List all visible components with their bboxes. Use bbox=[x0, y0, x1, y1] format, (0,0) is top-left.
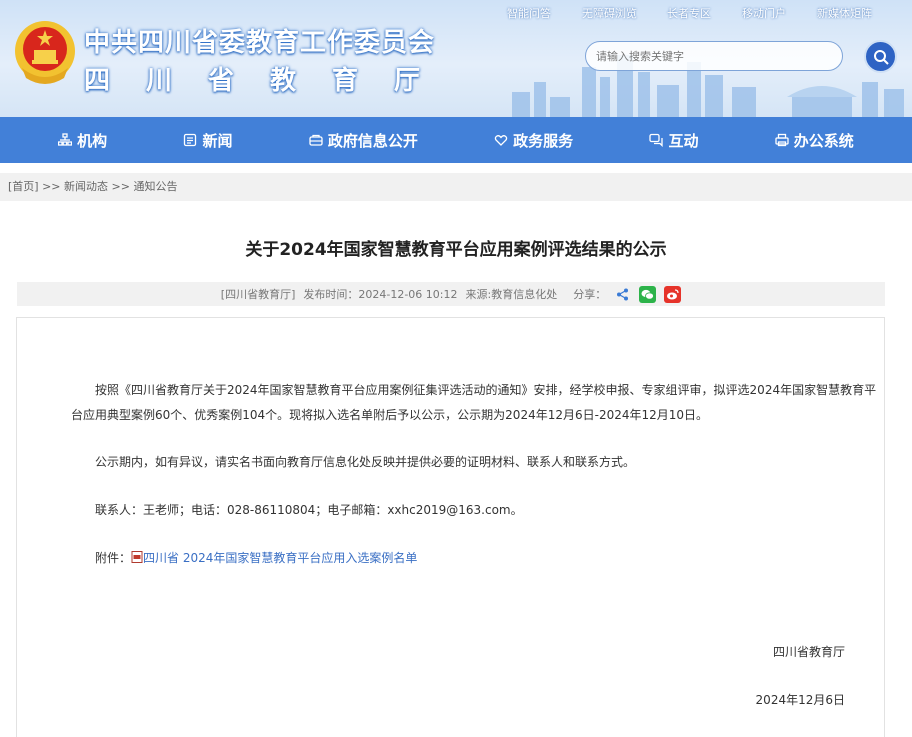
search-button[interactable] bbox=[864, 40, 897, 73]
wechat-share-button[interactable] bbox=[639, 285, 657, 303]
breadcrumb-home[interactable]: [首页] bbox=[8, 180, 39, 193]
paragraph-text: 公示期内，如有异议，请实名书面向教育厅信息化处反映并提供必要的证明材料、联系人和… bbox=[95, 455, 636, 469]
wechat-icon bbox=[641, 289, 655, 300]
office-icon bbox=[775, 133, 789, 147]
breadcrumb-separator: >> bbox=[108, 180, 134, 193]
article-paragraph-1: 按照《四川省教育厅关于2024年国家智慧教育平台应用案例征集评选活动的通知》安排… bbox=[71, 378, 881, 428]
nav-item-label: 政务服务 bbox=[513, 131, 574, 150]
article-meta-bar: [四川省教育厅] 发布时间：2024-12-06 10:12 来源:教育信息化处… bbox=[17, 282, 885, 306]
paragraph-text: 按照《四川省教育厅关于2024年国家智慧教育平台应用案例征集评选活动的通知》安排… bbox=[71, 383, 877, 422]
info-open-icon bbox=[309, 134, 323, 146]
breadcrumb: [首页] >> 新闻动态 >> 通知公告 bbox=[0, 173, 912, 201]
top-link-accessibility[interactable]: 无障碍浏览 bbox=[582, 5, 637, 21]
weibo-icon bbox=[667, 288, 679, 299]
signature-org: 四川省教育厅 bbox=[772, 645, 845, 659]
site-title-line2: 四川省教育厅 bbox=[84, 66, 457, 96]
top-link-new-media[interactable]: 新媒体矩阵 bbox=[817, 5, 872, 21]
breadcrumb-notices[interactable]: 通知公告 bbox=[133, 180, 177, 193]
nav-item-label: 互动 bbox=[668, 131, 699, 150]
attachment-label: 附件： bbox=[95, 551, 132, 565]
nav-item-news[interactable]: 新闻 bbox=[183, 130, 233, 151]
pdf-file-icon bbox=[131, 551, 143, 563]
site-title-line1: 中共四川省委教育工作委员会 bbox=[84, 28, 436, 58]
top-link-mobile[interactable]: 移动门户 bbox=[742, 5, 786, 21]
news-icon bbox=[184, 133, 197, 147]
top-links-bar: 智能问答 无障碍浏览 长者专区 移动门户 新媒体矩阵 bbox=[0, 5, 912, 21]
nav-item-label: 机构 bbox=[77, 131, 108, 150]
top-link-elderly[interactable]: 长者专区 bbox=[667, 5, 711, 21]
article-paragraph-contact: 联系人：王老师；电话：028-86110804；电子邮箱：xxhc2019@16… bbox=[71, 498, 523, 523]
search-input[interactable] bbox=[585, 41, 843, 71]
nav-item-org[interactable]: 机构 bbox=[58, 130, 107, 151]
share-nodes-icon bbox=[617, 288, 629, 300]
meta-share-label: 分享： bbox=[573, 288, 607, 301]
interact-icon bbox=[649, 133, 664, 147]
meta-org: [四川省教育厅] bbox=[220, 288, 296, 301]
nav-item-label: 办公系统 bbox=[793, 131, 854, 150]
nav-item-label: 政府信息公开 bbox=[327, 131, 418, 150]
paragraph-text: 联系人：王老师；电话：028-86110804；电子邮箱：xxhc2019@16… bbox=[95, 503, 523, 517]
breadcrumb-news[interactable]: 新闻动态 bbox=[64, 180, 108, 193]
nav-item-service[interactable]: 政务服务 bbox=[494, 130, 573, 151]
nav-item-interact[interactable]: 互动 bbox=[649, 130, 698, 151]
article-paragraph-2: 公示期内，如有异议，请实名书面向教育厅信息化处反映并提供必要的证明材料、联系人和… bbox=[71, 450, 635, 475]
national-emblem-icon bbox=[15, 21, 75, 84]
nav-item-office[interactable]: 办公系统 bbox=[775, 130, 854, 151]
site-header: 中共四川省委教育工作委员会 四川省教育厅 智能问答 无障碍浏览 长者专区 移动门… bbox=[0, 0, 912, 117]
meta-publish-time: 发布时间：2024-12-06 10:12 bbox=[303, 288, 458, 301]
article-title: 关于2024年国家智慧教育平台应用案例评选结果的公示 bbox=[245, 240, 667, 260]
nav-item-info-open[interactable]: 政府信息公开 bbox=[309, 130, 418, 151]
main-nav: 机构 新闻 政府信息公开 政务服务 互动 办公系统 bbox=[0, 117, 912, 163]
nav-item-label: 新闻 bbox=[202, 131, 233, 150]
search-icon bbox=[873, 49, 889, 65]
article-content: 按照《四川省教育厅关于2024年国家智慧教育平台应用案例征集评选活动的通知》安排… bbox=[16, 317, 885, 737]
breadcrumb-separator: >> bbox=[38, 180, 65, 193]
weibo-share-button[interactable] bbox=[664, 285, 682, 303]
share-icon[interactable] bbox=[614, 286, 631, 303]
top-link-qa[interactable]: 智能问答 bbox=[507, 5, 551, 21]
article-attachment: 附件： 四川省 2024年国家智慧教育平台应用入选案例名单 bbox=[71, 546, 417, 571]
signature-date: 2024年12月6日 bbox=[755, 693, 845, 707]
attachment-link[interactable]: 四川省 2024年国家智慧教育平台应用入选案例名单 bbox=[143, 551, 417, 565]
service-icon bbox=[494, 135, 508, 146]
org-chart-icon bbox=[58, 133, 73, 146]
meta-source: 来源:教育信息化处 bbox=[465, 288, 558, 301]
